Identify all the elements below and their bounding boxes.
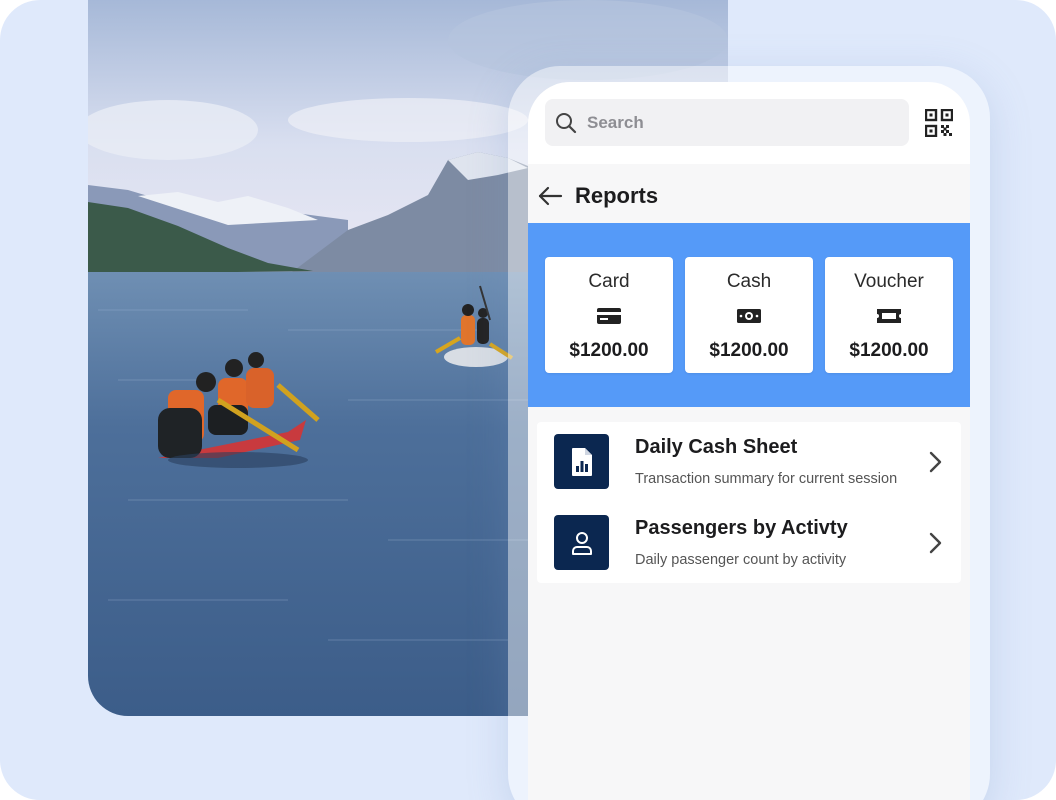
card-summary-tile[interactable]: Card $1200.00 [545,257,673,373]
voucher-icon [875,306,903,326]
phone-screen: Reports Card $1200.00 Cash [528,82,970,800]
reports-list: Daily Cash Sheet Transaction summary for… [537,422,961,583]
back-arrow-icon[interactable] [537,183,563,209]
search-bar[interactable] [545,99,909,146]
report-title: Daily Cash Sheet [635,436,798,458]
page-header: Reports [528,174,970,218]
qr-code-icon[interactable] [924,108,954,138]
card-amount: $1200.00 [569,340,649,361]
search-input[interactable] [585,111,889,134]
report-passengers-by-activity[interactable]: Passengers by Activty Daily passenger co… [537,503,961,583]
report-subtitle: Daily passenger count by activity [635,552,847,568]
card-label: Card [588,271,630,292]
report-title: Passengers by Activty [635,517,848,539]
voucher-summary-tile[interactable]: Voucher $1200.00 [825,257,953,373]
person-icon [554,515,609,570]
top-bar [528,82,970,164]
chevron-right-icon [927,531,943,555]
credit-card-icon [595,306,623,326]
payment-summary-panel: Card $1200.00 Cash $1200.00 Voucher $120… [528,223,970,407]
report-subtitle: Transaction summary for current session [635,471,898,487]
report-document-icon [554,434,609,489]
cash-label: Cash [726,271,772,292]
canvas-background: Reports Card $1200.00 Cash [0,0,1056,800]
cash-amount: $1200.00 [709,340,789,361]
voucher-label: Voucher [854,271,924,292]
report-daily-cash-sheet[interactable]: Daily Cash Sheet Transaction summary for… [537,422,961,502]
cash-summary-tile[interactable]: Cash $1200.00 [685,257,813,373]
page-title: Reports [575,183,659,208]
voucher-amount: $1200.00 [849,340,929,361]
chevron-right-icon [927,450,943,474]
search-icon [555,112,577,134]
cash-icon [735,306,763,326]
